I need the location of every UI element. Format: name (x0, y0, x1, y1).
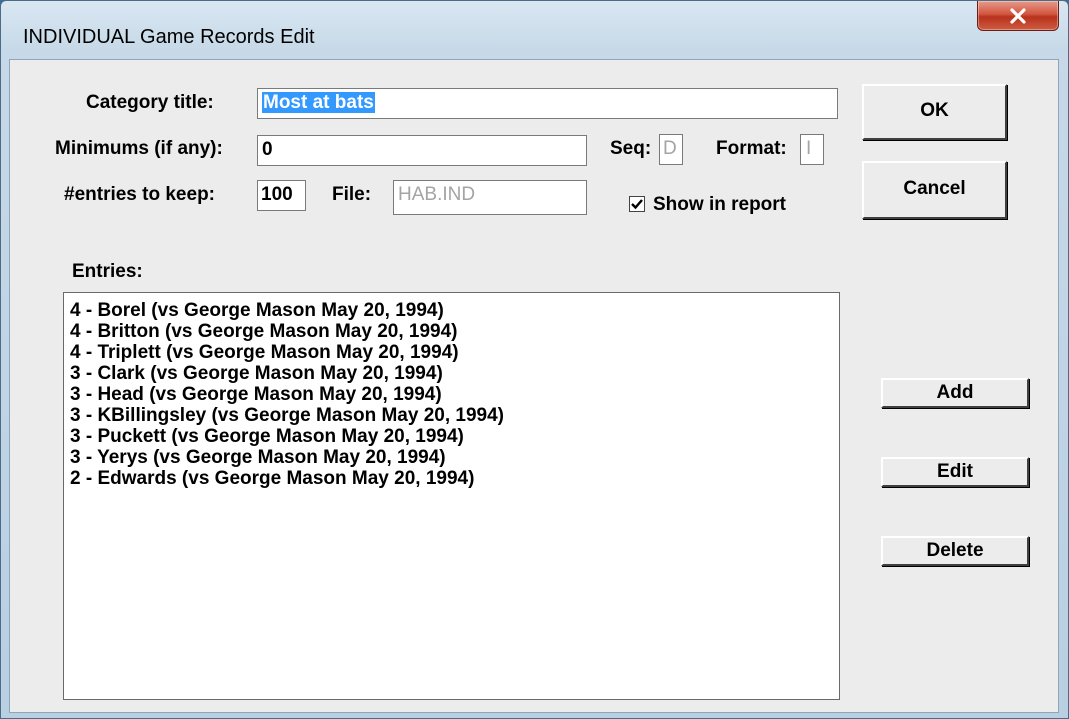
category-title-label: Category title: (86, 92, 214, 113)
ok-button[interactable]: OK (862, 84, 1007, 140)
entries-listbox[interactable]: 4 - Borel (vs George Mason May 20, 1994)… (63, 292, 840, 700)
minimums-label: Minimums (if any): (55, 138, 223, 159)
file-input: HAB.IND (393, 180, 587, 215)
window-title: INDIVIDUAL Game Records Edit (23, 26, 315, 48)
file-label: File: (332, 184, 372, 205)
delete-button[interactable]: Delete (881, 536, 1029, 566)
title-bar[interactable]: INDIVIDUAL Game Records Edit (1, 1, 1068, 59)
show-in-report-label[interactable]: Show in report (653, 194, 786, 216)
list-item[interactable]: 3 - KBillingsley (vs George Mason May 20… (70, 405, 833, 426)
seq-label: Seq: (610, 138, 652, 159)
dialog-client-area: Category title: Most at bats Minimums (i… (9, 59, 1059, 713)
format-label: Format: (716, 138, 787, 159)
close-icon (1010, 8, 1026, 24)
entries-to-keep-label: #entries to keep: (64, 184, 215, 205)
close-button[interactable] (977, 1, 1059, 31)
list-item[interactable]: 2 - Edwards (vs George Mason May 20, 199… (70, 468, 833, 489)
dialog-window: INDIVIDUAL Game Records Edit Category ti… (0, 0, 1069, 719)
add-button[interactable]: Add (881, 378, 1029, 408)
entries-label: Entries: (72, 261, 143, 282)
category-title-input[interactable]: Most at bats (257, 88, 838, 119)
list-item[interactable]: 4 - Triplett (vs George Mason May 20, 19… (70, 342, 833, 363)
list-item[interactable]: 3 - Head (vs George Mason May 20, 1994) (70, 384, 833, 405)
edit-button[interactable]: Edit (881, 457, 1029, 487)
list-item[interactable]: 4 - Britton (vs George Mason May 20, 199… (70, 321, 833, 342)
seq-input: D (659, 134, 683, 165)
list-item[interactable]: 3 - Puckett (vs George Mason May 20, 199… (70, 426, 833, 447)
cancel-button[interactable]: Cancel (862, 161, 1007, 219)
list-item[interactable]: 3 - Clark (vs George Mason May 20, 1994) (70, 363, 833, 384)
checkmark-icon (631, 199, 643, 210)
category-title-value: Most at bats (262, 92, 375, 113)
format-input: I (800, 134, 824, 165)
list-item[interactable]: 4 - Borel (vs George Mason May 20, 1994) (70, 300, 833, 321)
list-item[interactable]: 3 - Yerys (vs George Mason May 20, 1994) (70, 447, 833, 468)
entries-list: 4 - Borel (vs George Mason May 20, 1994)… (70, 300, 833, 489)
entries-to-keep-input[interactable]: 100 (257, 180, 306, 211)
show-in-report-checkbox[interactable] (629, 196, 645, 212)
minimums-input[interactable]: 0 (257, 135, 587, 166)
